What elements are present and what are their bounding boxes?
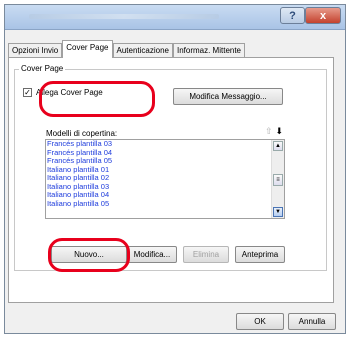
preview-button[interactable]: Anteprima (235, 246, 285, 263)
tab-opzioni-invio[interactable]: Opzioni Invio (8, 43, 63, 58)
tab-cover-page[interactable]: Cover Page (62, 40, 113, 58)
tab-autenticazione[interactable]: Autenticazione (112, 43, 173, 58)
move-up-icon[interactable]: ⇧ (265, 126, 273, 137)
window-title-blurred (29, 14, 219, 19)
ok-button[interactable]: OK (236, 313, 284, 330)
help-button[interactable]: ? (280, 7, 305, 24)
templates-list[interactable]: Francés plantilla 03 Francés plantilla 04… (45, 139, 285, 219)
list-scrollbar[interactable]: ▲ ≡ ▼ (271, 140, 284, 218)
cancel-button[interactable]: Annulla (288, 313, 336, 330)
scroll-thumb[interactable]: ≡ (273, 174, 283, 186)
templates-list-items: Francés plantilla 03 Francés plantilla 04… (47, 140, 265, 208)
scroll-up-icon[interactable]: ▲ (273, 141, 283, 151)
attach-highlight-ring (39, 81, 155, 117)
modify-button[interactable]: Modifica... (127, 246, 177, 263)
reorder-buttons: ⇧ ⬇ (265, 126, 283, 137)
templates-list-label: Modelli di copertina: (46, 129, 118, 138)
tab-informaz-mittente[interactable]: Informaz. Mittente (172, 43, 246, 58)
title-bar: ? x (5, 5, 345, 30)
close-button[interactable]: x (305, 7, 341, 24)
list-item[interactable]: Italiano plantilla 05 (47, 199, 265, 209)
new-button-highlight-ring (48, 238, 130, 272)
move-down-icon[interactable]: ⬇ (276, 126, 284, 137)
group-label: Cover Page (19, 64, 66, 73)
checkbox-box[interactable]: ✓ (23, 88, 32, 97)
tab-bar: Opzioni Invio Cover Page Autenticazione Inf… (8, 40, 246, 58)
scroll-down-icon[interactable]: ▼ (273, 207, 283, 217)
delete-button[interactable]: Elimina (183, 246, 229, 263)
edit-message-button[interactable]: Modifica Messaggio... (173, 88, 283, 105)
